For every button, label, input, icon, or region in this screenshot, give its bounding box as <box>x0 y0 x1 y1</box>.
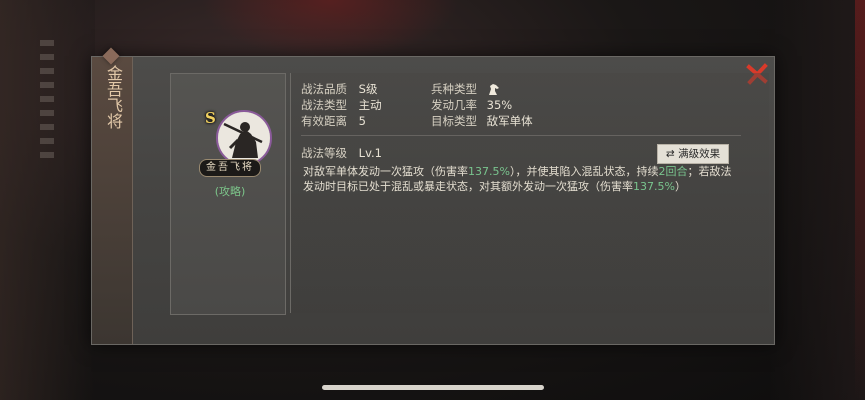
description-text: ） <box>674 180 686 193</box>
rate-value: 35% <box>486 98 513 112</box>
quality-label: 战法品质 <box>301 82 347 96</box>
range-row: 有效距离 5 <box>301 113 366 129</box>
type-label: 战法类型 <box>301 98 347 112</box>
full-level-effect-button[interactable]: ⇄ 满级效果 <box>657 144 729 164</box>
type-row: 战法类型 主动 <box>301 97 382 113</box>
warrior-icon <box>218 112 270 164</box>
troop-row: 兵种类型 <box>431 81 477 97</box>
background-decoration <box>40 40 54 160</box>
quality-row: 战法品质 S级 <box>301 81 377 97</box>
title-strip: 金吾飞将 <box>92 47 133 344</box>
type-value: 主动 <box>358 98 382 112</box>
skill-name-plate: 金吾飞将 <box>199 159 261 177</box>
background-right-scene <box>770 0 865 400</box>
divider <box>301 135 741 136</box>
grade-badge: S <box>205 109 216 127</box>
duration-value: 2回合 <box>658 165 688 178</box>
full-level-effect-label: 满级效果 <box>678 148 721 160</box>
quality-value: S级 <box>358 82 378 96</box>
level-row: 战法等级 Lv.1 <box>301 145 382 161</box>
damage-rate-value: 137.5% <box>468 165 510 178</box>
damage-rate-value: 137.5% <box>633 180 675 193</box>
home-indicator[interactable] <box>322 385 544 390</box>
background-figure <box>200 0 460 60</box>
swap-icon: ⇄ <box>665 148 675 160</box>
level-label: 战法等级 <box>301 146 347 160</box>
description-text: 对敌军单体发动一次猛攻（伤害率 <box>303 165 468 178</box>
rate-row: 发动几率 35% <box>431 97 512 113</box>
skill-detail-panel: 金吾飞将 S 金吾飞将 (攻略) 战法品质 S级 兵种类型 战法类型 主动 发动… <box>91 47 775 345</box>
title-ornament-icon <box>102 47 120 65</box>
skill-avatar <box>216 110 272 166</box>
skill-title: 金吾飞将 <box>104 65 123 129</box>
horse-icon <box>489 84 499 95</box>
target-value: 敌军单体 <box>486 114 533 128</box>
rate-label: 发动几率 <box>431 98 477 112</box>
target-row: 目标类型 敌军单体 <box>431 113 533 129</box>
skill-description: 对敌军单体发动一次猛攻（伤害率137.5%），并使其陷入混乱状态，持续2回合；若… <box>303 164 735 194</box>
level-value: Lv.1 <box>358 146 382 160</box>
target-label: 目标类型 <box>431 114 477 128</box>
range-value: 5 <box>358 114 366 128</box>
background-edge <box>855 0 865 400</box>
range-label: 有效距离 <box>301 114 347 128</box>
skill-info: 战法品质 S级 兵种类型 战法类型 主动 发动几率 35% 有效距离 5 目标类… <box>290 73 769 313</box>
guide-link[interactable]: (攻略) <box>207 183 253 199</box>
troop-label: 兵种类型 <box>431 82 477 96</box>
description-text: ），并使其陷入混乱状态，持续 <box>509 165 659 178</box>
